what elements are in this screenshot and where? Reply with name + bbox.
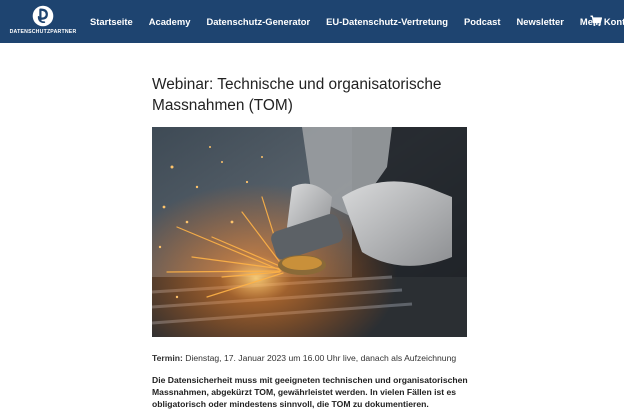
brand-name: DATENSCHUTZPARTNER: [9, 29, 77, 35]
nav-item-podcast[interactable]: Podcast: [464, 16, 500, 27]
angle-grinder-sparks-photo: [152, 127, 467, 337]
termin-value: Dienstag, 17. Januar 2023 um 16.00 Uhr l…: [182, 353, 457, 363]
termin-label: Termin:: [152, 353, 183, 363]
nav-item-eu-datenschutz-vertretung[interactable]: EU-Datenschutz-Vertretung: [326, 16, 448, 27]
nav-item-startseite[interactable]: Startseite: [90, 16, 133, 27]
cart-icon[interactable]: [590, 15, 602, 27]
nav-item-newsletter[interactable]: Newsletter: [516, 16, 563, 27]
top-navbar: DATENSCHUTZPARTNER Startseite Academy Da…: [0, 0, 624, 43]
nav-item-datenschutz-generator[interactable]: Datenschutz-Generator: [206, 16, 310, 27]
article-hero-image: [152, 127, 467, 337]
main-nav: Startseite Academy Datenschutz-Generator…: [90, 0, 624, 43]
brand-logo[interactable]: DATENSCHUTZPARTNER: [8, 5, 78, 39]
dp-circle-logo-icon: [32, 5, 54, 27]
webinar-date: Termin: Dienstag, 17. Januar 2023 um 16.…: [152, 353, 472, 363]
page-title: Webinar: Technische und organisatorische…: [152, 76, 442, 114]
intro-paragraph: Die Datensicherheit muss mit geeigneten …: [152, 375, 468, 409]
nav-item-academy[interactable]: Academy: [149, 16, 191, 27]
article-content: Webinar: Technische und organisatorische…: [152, 74, 468, 116]
